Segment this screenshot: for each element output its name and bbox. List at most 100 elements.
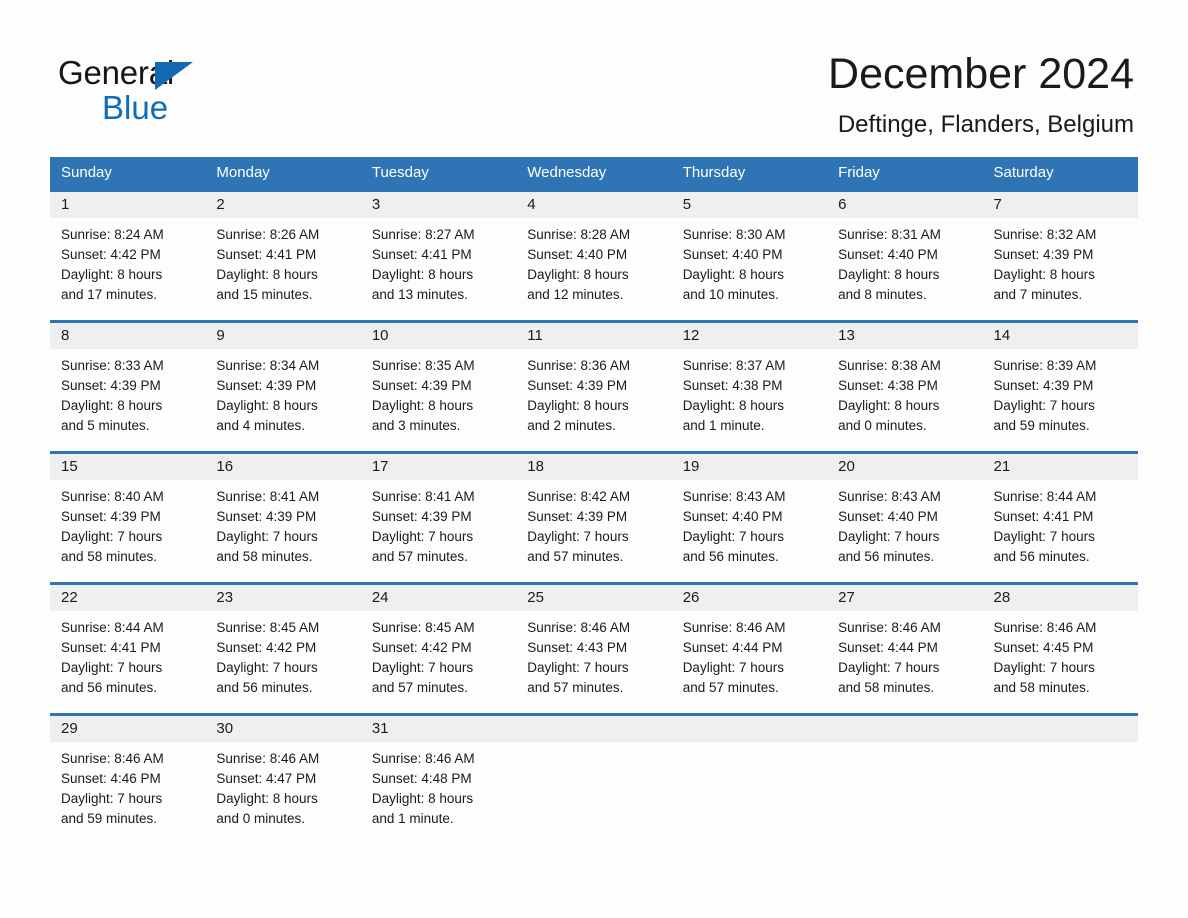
sunset-text: Sunset: 4:41 PM <box>61 640 161 655</box>
day-info: Sunrise: 8:32 AM Sunset: 4:39 PM Daylight:… <box>983 218 1138 311</box>
sunset-text: Sunset: 4:39 PM <box>527 378 628 393</box>
day-number: 24 <box>360 585 517 611</box>
daylight-text-line1: Daylight: 7 hours <box>61 791 163 806</box>
day-of-week-tuesday: Tuesday <box>371 164 429 181</box>
day-cell-14[interactable]: 14 Sunrise: 8:39 AM Sunset: 4:39 PM Dayligh… <box>982 323 1138 442</box>
daylight-text-line1: Daylight: 8 hours <box>371 267 474 282</box>
daylight-text-line1: Daylight: 8 hours <box>216 791 318 806</box>
sunrise-text: Sunrise: 8:36 AM <box>527 358 631 373</box>
day-cell-22[interactable]: 22 Sunrise: 8:44 AM Sunset: 4:41 PM Dayligh… <box>50 585 206 704</box>
day-number: 11 <box>516 323 672 349</box>
daylight-text-line1: Daylight: 7 hours <box>216 660 318 675</box>
day-cell-29[interactable]: 29 Sunrise: 8:46 AM Sunset: 4:46 PM Dayligh… <box>50 716 206 835</box>
day-info: Sunrise: 8:46 AM Sunset: 4:47 PM Daylight:… <box>205 742 360 835</box>
daylight-text-line2: and 0 minutes. <box>216 811 305 826</box>
sunrise-text: Sunrise: 8:39 AM <box>993 358 1097 373</box>
day-cell-21[interactable]: 21 Sunrise: 8:44 AM Sunset: 4:41 PM Dayligh… <box>982 454 1138 573</box>
day-cell-26[interactable]: 26 Sunrise: 8:46 AM Sunset: 4:44 PM Dayligh… <box>671 585 828 704</box>
sunrise-text: Sunrise: 8:46 AM <box>216 751 320 766</box>
daylight-text-line2: and 59 minutes. <box>993 418 1090 433</box>
daylight-text-line1: Daylight: 8 hours <box>682 267 784 282</box>
day-cell-5[interactable]: 5 Sunrise: 8:30 AM Sunset: 4:40 PM Daylight… <box>671 192 828 311</box>
sunrise-text: Sunrise: 8:46 AM <box>993 620 1097 635</box>
day-number: 9 <box>205 323 361 349</box>
daylight-text-line2: and 13 minutes. <box>371 287 468 302</box>
day-info: Sunrise: 8:46 AM Sunset: 4:44 PM Daylight:… <box>672 611 827 704</box>
calendar-weeks: 1 Sunrise: 8:24 AM Sunset: 4:42 PM Daylight… <box>50 189 1138 835</box>
day-cell-23[interactable]: 23 Sunrise: 8:45 AM Sunset: 4:42 PM Dayligh… <box>205 585 361 704</box>
sunrise-text: Sunrise: 8:32 AM <box>993 227 1097 242</box>
sunset-text: Sunset: 4:40 PM <box>838 509 938 524</box>
logo-triangle-icon <box>155 62 193 90</box>
daylight-text-line2: and 12 minutes. <box>527 287 624 302</box>
day-cell-18[interactable]: 18 Sunrise: 8:42 AM Sunset: 4:39 PM Dayligh… <box>516 454 672 573</box>
day-cell-15[interactable]: 15 Sunrise: 8:40 AM Sunset: 4:39 PM Dayligh… <box>50 454 206 573</box>
daylight-text-line2: and 1 minute. <box>371 811 454 826</box>
daylight-text-line2: and 56 minutes. <box>61 680 158 695</box>
sunrise-text: Sunrise: 8:40 AM <box>61 489 164 504</box>
day-number: 27 <box>827 585 983 611</box>
day-cell-25[interactable]: 25 Sunrise: 8:46 AM Sunset: 4:43 PM Dayligh… <box>516 585 672 704</box>
daylight-text-line1: Daylight: 8 hours <box>371 398 474 413</box>
day-number: 1 <box>50 192 206 218</box>
sunset-text: Sunset: 4:39 PM <box>61 378 161 393</box>
day-number: 28 <box>982 585 1138 611</box>
daylight-text-line2: and 5 minutes. <box>61 418 150 433</box>
sunset-text: Sunset: 4:39 PM <box>527 509 628 524</box>
calendar-week-row: 1 Sunrise: 8:24 AM Sunset: 4:42 PM Daylight… <box>50 189 1138 311</box>
day-cell-17[interactable]: 17 Sunrise: 8:41 AM Sunset: 4:39 PM Dayligh… <box>360 454 517 573</box>
daylight-text-line1: Daylight: 7 hours <box>216 529 318 544</box>
sunrise-text: Sunrise: 8:43 AM <box>838 489 941 504</box>
day-cell-10[interactable]: 10 Sunrise: 8:35 AM Sunset: 4:39 PM Dayligh… <box>360 323 517 442</box>
day-cell-30[interactable]: 30 Sunrise: 8:46 AM Sunset: 4:47 PM Dayligh… <box>205 716 361 835</box>
day-info: Sunrise: 8:27 AM Sunset: 4:41 PM Daylight:… <box>361 218 516 311</box>
calendar-week-row: 15 Sunrise: 8:40 AM Sunset: 4:39 PM Dayligh… <box>50 451 1138 573</box>
page-header: General Blue December 2024 Deftinge, Fla… <box>0 0 1188 150</box>
day-cell-13[interactable]: 13 Sunrise: 8:38 AM Sunset: 4:38 PM Dayligh… <box>827 323 983 442</box>
daylight-text-line1: Daylight: 8 hours <box>61 398 163 413</box>
sunset-text: Sunset: 4:44 PM <box>682 640 783 655</box>
day-cell-31[interactable]: 31 Sunrise: 8:46 AM Sunset: 4:48 PM Dayligh… <box>360 716 517 835</box>
day-cell-11[interactable]: 11 Sunrise: 8:36 AM Sunset: 4:39 PM Dayligh… <box>516 323 672 442</box>
daylight-text-line1: Daylight: 8 hours <box>993 267 1095 282</box>
day-cell-24[interactable]: 24 Sunrise: 8:45 AM Sunset: 4:42 PM Dayligh… <box>360 585 517 704</box>
sunrise-text: Sunrise: 8:46 AM <box>371 751 475 766</box>
day-cell-8[interactable]: 8 Sunrise: 8:33 AM Sunset: 4:39 PM Daylight… <box>50 323 206 442</box>
day-cell-9[interactable]: 9 Sunrise: 8:34 AM Sunset: 4:39 PM Daylight… <box>205 323 361 442</box>
day-cell-27[interactable]: 27 Sunrise: 8:46 AM Sunset: 4:44 PM Dayligh… <box>827 585 983 704</box>
day-number: 25 <box>516 585 672 611</box>
day-cell-28[interactable]: 28 Sunrise: 8:46 AM Sunset: 4:45 PM Dayligh… <box>982 585 1138 704</box>
day-cell-1[interactable]: 1 Sunrise: 8:24 AM Sunset: 4:42 PM Daylight… <box>50 192 206 311</box>
daylight-text-line2: and 57 minutes. <box>371 549 468 564</box>
sunset-text: Sunset: 4:46 PM <box>61 771 161 786</box>
calendar-week-row: 29 Sunrise: 8:46 AM Sunset: 4:46 PM Dayligh… <box>50 713 1138 835</box>
generalblue-logo[interactable]: General Blue <box>58 55 318 135</box>
day-cell-16[interactable]: 16 Sunrise: 8:41 AM Sunset: 4:39 PM Dayligh… <box>205 454 361 573</box>
sunrise-text: Sunrise: 8:46 AM <box>838 620 941 635</box>
day-info: Sunrise: 8:46 AM Sunset: 4:44 PM Daylight:… <box>827 611 982 704</box>
sunrise-text: Sunrise: 8:41 AM <box>216 489 320 504</box>
day-cell-2[interactable]: 2 Sunrise: 8:26 AM Sunset: 4:41 PM Daylight… <box>205 192 361 311</box>
daylight-text-line1: Daylight: 7 hours <box>527 529 629 544</box>
day-number: 17 <box>360 454 517 480</box>
sunrise-text: Sunrise: 8:26 AM <box>216 227 320 242</box>
daylight-text-line2: and 56 minutes. <box>838 549 935 564</box>
day-cell-12[interactable]: 12 Sunrise: 8:37 AM Sunset: 4:38 PM Dayligh… <box>671 323 828 442</box>
day-info: Sunrise: 8:24 AM Sunset: 4:42 PM Daylight:… <box>50 218 205 311</box>
calendar-week-row: 22 Sunrise: 8:44 AM Sunset: 4:41 PM Dayligh… <box>50 582 1138 704</box>
daylight-text-line1: Daylight: 7 hours <box>61 529 163 544</box>
daylight-text-line1: Daylight: 8 hours <box>838 267 940 282</box>
daylight-text-line2: and 57 minutes. <box>527 549 624 564</box>
daylight-text-line2: and 7 minutes. <box>993 287 1083 302</box>
day-number: 4 <box>516 192 672 218</box>
day-cell-7[interactable]: 7 Sunrise: 8:32 AM Sunset: 4:39 PM Daylight… <box>982 192 1138 311</box>
daylight-text-line1: Daylight: 7 hours <box>61 660 163 675</box>
day-cell-20[interactable]: 20 Sunrise: 8:43 AM Sunset: 4:40 PM Dayligh… <box>827 454 983 573</box>
day-cell-6[interactable]: 6 Sunrise: 8:31 AM Sunset: 4:40 PM Daylight… <box>827 192 983 311</box>
sunset-text: Sunset: 4:42 PM <box>371 640 472 655</box>
day-cell-19[interactable]: 19 Sunrise: 8:43 AM Sunset: 4:40 PM Dayligh… <box>671 454 828 573</box>
sunrise-text: Sunrise: 8:44 AM <box>993 489 1097 504</box>
daylight-text-line2: and 3 minutes. <box>371 418 461 433</box>
day-cell-3[interactable]: 3 Sunrise: 8:27 AM Sunset: 4:41 PM Daylight… <box>360 192 517 311</box>
day-cell-4[interactable]: 4 Sunrise: 8:28 AM Sunset: 4:40 PM Daylight… <box>516 192 672 311</box>
